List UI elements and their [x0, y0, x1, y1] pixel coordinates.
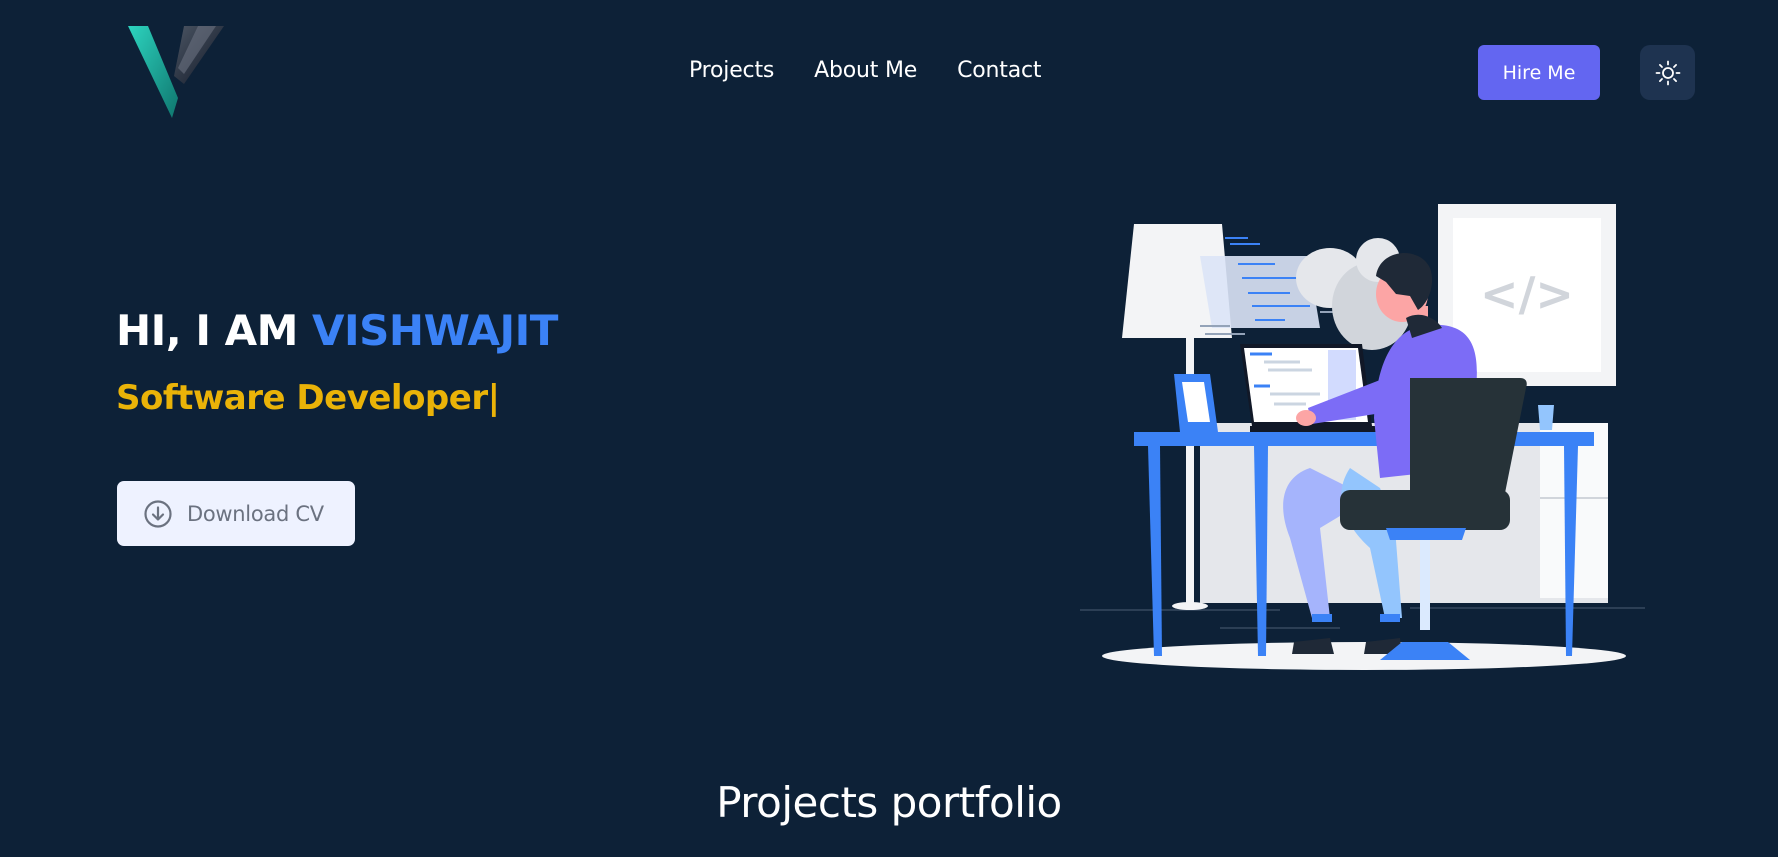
sun-icon: [1655, 60, 1680, 85]
download-cv-button[interactable]: Download CV: [117, 481, 355, 546]
developer-illustration: </>: [1080, 204, 1645, 670]
nav-link-projects[interactable]: Projects: [689, 58, 774, 83]
download-circle-icon: [144, 499, 172, 528]
theme-toggle-button[interactable]: [1640, 45, 1695, 100]
portfolio-page: Projects About Me Contact Hire Me HI, I …: [0, 0, 1778, 857]
hero-greeting: HI, I AM: [116, 306, 313, 355]
nav-link-about-me[interactable]: About Me: [814, 58, 917, 83]
nav-link-contact[interactable]: Contact: [957, 58, 1041, 83]
download-cv-label: Download CV: [187, 501, 324, 526]
projects-section-title: Projects portfolio: [716, 778, 1062, 827]
main-nav: Projects About Me Contact: [689, 58, 1042, 83]
illustration-code-glyph: </>: [1480, 267, 1574, 321]
hero-name: VISHWAJIT: [312, 306, 558, 355]
logo[interactable]: [126, 24, 226, 120]
hero-role-typing: Software Developer|: [116, 378, 500, 418]
hero-heading: HI, I AM VISHWAJIT: [116, 306, 558, 355]
hire-me-button[interactable]: Hire Me: [1478, 45, 1600, 100]
